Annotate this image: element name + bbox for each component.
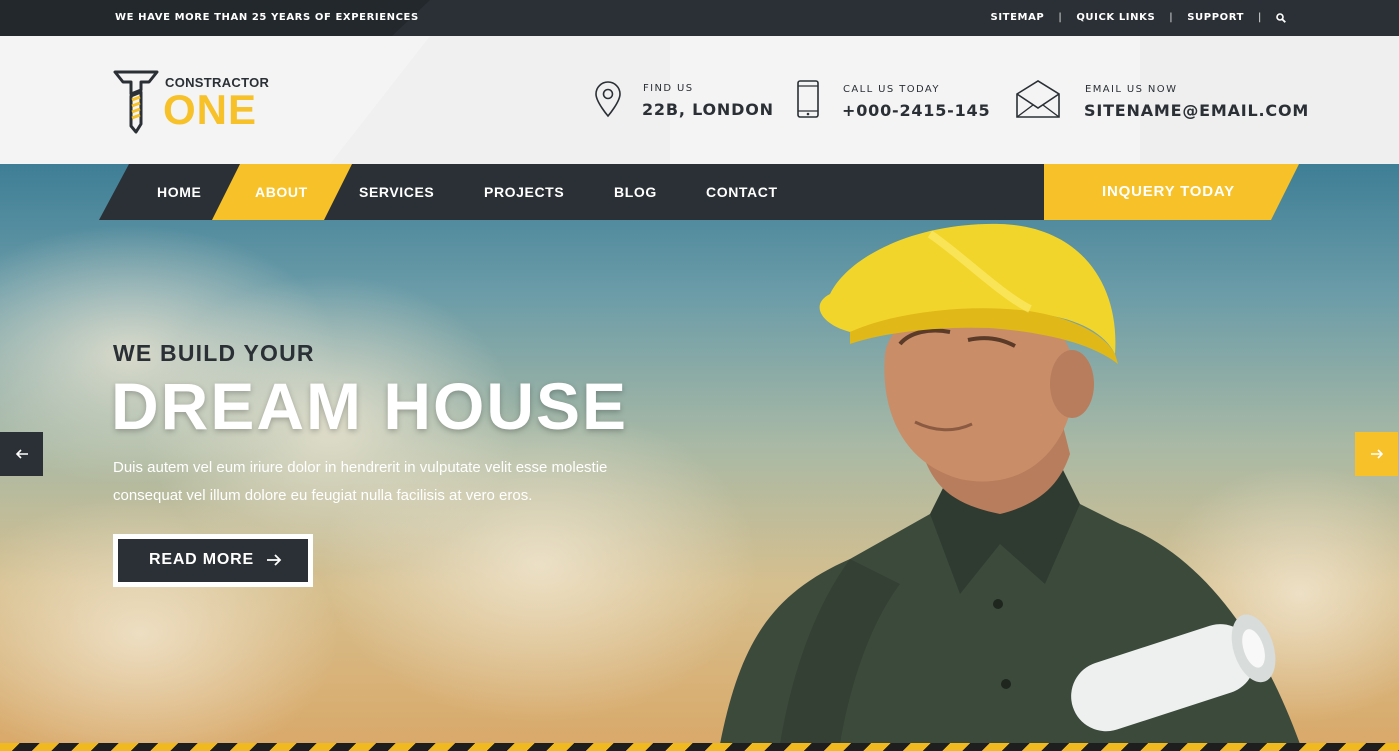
email-label: EMAIL US NOW xyxy=(1085,84,1178,95)
nav-item-blog[interactable]: BLOG xyxy=(614,164,657,220)
quick-links-link[interactable]: QUICK LINKS xyxy=(1076,12,1155,23)
top-bar-tagline: WE HAVE MORE THAN 25 YEARS OF EXPERIENCE… xyxy=(115,12,419,23)
phone-value[interactable]: +000-2415-145 xyxy=(842,101,990,120)
hero-subtitle: WE BUILD YOUR xyxy=(113,340,315,366)
hero-title: DREAM HOUSE xyxy=(111,369,629,443)
slider-prev-button[interactable] xyxy=(0,432,43,476)
construction-worker-image xyxy=(720,223,1300,744)
location-value: 22B, LONDON xyxy=(642,100,774,119)
read-more-button[interactable]: READ MORE xyxy=(113,534,313,587)
inquery-today-label: INQUERY TODAY xyxy=(1102,183,1235,200)
main-navigation: HOME ABOUT SERVICES PROJECTS BLOG CONTAC… xyxy=(0,164,1399,220)
hero-description-line: consequat vel illum dolore eu feugiat nu… xyxy=(113,487,533,504)
hazard-stripe xyxy=(0,743,1399,751)
logo-big-text: ONE xyxy=(163,86,258,133)
hero-description: Duis autem vel eum iriure dolor in hendr… xyxy=(113,454,653,510)
map-pin-icon xyxy=(595,81,621,118)
screw-logo-icon xyxy=(113,70,159,134)
location-info: FIND US 22B, LONDON xyxy=(593,80,773,124)
email-value[interactable]: SITENAME@EMAIL.COM xyxy=(1084,101,1309,120)
email-info: EMAIL US NOW SITENAME@EMAIL.COM xyxy=(1015,80,1308,124)
separator: | xyxy=(1058,12,1063,23)
nav-item-contact[interactable]: CONTACT xyxy=(706,164,778,220)
site-header: CONSTRACTOR ONE FIND US 22B, LONDON CALL… xyxy=(0,36,1399,164)
slider-next-button[interactable] xyxy=(1355,432,1398,476)
nav-item-projects[interactable]: PROJECTS xyxy=(484,164,564,220)
top-bar: WE HAVE MORE THAN 25 YEARS OF EXPERIENCE… xyxy=(0,0,1399,36)
nav-item-home[interactable]: HOME xyxy=(157,164,201,220)
top-links: SITEMAP | QUICK LINKS | SUPPORT | xyxy=(991,12,1286,23)
read-more-label: READ MORE xyxy=(149,551,254,568)
separator: | xyxy=(1258,12,1262,23)
phone-icon xyxy=(797,80,819,118)
search-icon[interactable] xyxy=(1276,12,1286,23)
hero-description-line: Duis autem vel eum iriure dolor in hendr… xyxy=(113,459,608,476)
phone-label: CALL US TODAY xyxy=(843,84,940,95)
cloud xyxy=(320,404,760,724)
nav-item-services[interactable]: SERVICES xyxy=(359,164,434,220)
support-link[interactable]: SUPPORT xyxy=(1187,12,1244,23)
phone-info: CALL US TODAY +000-2415-145 xyxy=(796,80,990,124)
inquery-today-button[interactable]: INQUERY TODAY xyxy=(1044,164,1299,220)
logo[interactable]: CONSTRACTOR ONE xyxy=(113,70,283,136)
location-label: FIND US xyxy=(643,83,694,94)
arrow-right-icon xyxy=(1370,449,1383,459)
arrow-right-icon xyxy=(267,554,282,566)
sitemap-link[interactable]: SITEMAP xyxy=(991,12,1045,23)
arrow-left-icon xyxy=(15,449,28,459)
envelope-icon xyxy=(1016,80,1060,118)
separator: | xyxy=(1169,12,1174,23)
nav-item-about[interactable]: ABOUT xyxy=(255,164,308,220)
